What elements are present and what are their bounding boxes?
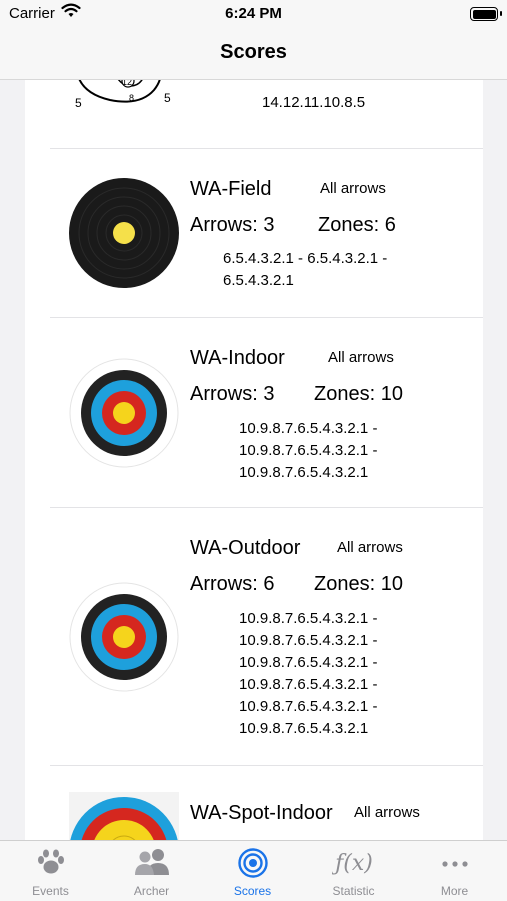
tab-bar: Events Archer Scores ƒ(x) Statistic More	[0, 840, 507, 901]
arrow-scope: All arrows	[354, 804, 420, 821]
arrow-scope: All arrows	[337, 539, 403, 556]
tab-label: More	[440, 884, 469, 898]
function-icon: ƒ(x)	[303, 848, 404, 876]
zone-label: 5	[75, 96, 82, 110]
zones-count: Zones: 6	[318, 214, 396, 236]
score-list[interactable]: 12 8 5 5 14.12.11.10.8.5 WA-Field All ar…	[25, 80, 483, 840]
score-row-wa-indoor[interactable]: WA-Indoor All arrows Arrows: 3 Zones: 10…	[25, 318, 483, 507]
tab-label: Statistic	[332, 884, 375, 898]
more-icon	[404, 848, 505, 876]
tab-scores[interactable]: Scores	[202, 841, 303, 901]
arrow-scope: All arrows	[320, 180, 386, 197]
svg-text:ƒ(x): ƒ(x)	[332, 851, 373, 876]
zones-list: 10.9.8.7.6.5.4.3.2.1 - 10.9.8.7.6.5.4.3.…	[239, 420, 378, 481]
zone-label: 12	[122, 80, 133, 87]
tab-label: Scores	[233, 884, 272, 898]
tab-label: Archer	[133, 884, 170, 898]
arrows-count: Arrows: 6	[190, 573, 275, 595]
zones-count: Zones: 10	[314, 383, 403, 405]
field-target-icon	[69, 178, 179, 288]
zones-count: Zones: 10	[314, 573, 403, 595]
score-name: WA-Outdoor	[190, 537, 301, 559]
zones-list: 6.5.4.3.2.1 - 6.5.4.3.2.1 - 6.5.4.3.2.1	[223, 250, 388, 289]
target-outline-icon	[78, 80, 161, 103]
score-name: WA-Indoor	[190, 347, 285, 369]
score-row-partial[interactable]: 12 8 5 5 14.12.11.10.8.5	[25, 80, 483, 148]
zones-list: 10.9.8.7.6.5.4.3.2.1 - 10.9.8.7.6.5.4.3.…	[239, 610, 378, 737]
clock: 6:24 PM	[225, 5, 282, 22]
navigation-bar: Scores	[0, 28, 507, 80]
status-bar: Carrier 6:24 PM	[0, 0, 507, 28]
outdoor-target-icon	[69, 582, 179, 692]
score-row-wa-field[interactable]: WA-Field All arrows Arrows: 3 Zones: 6 6…	[25, 149, 483, 318]
tab-statistic[interactable]: ƒ(x) Statistic	[303, 841, 404, 901]
score-row-wa-spot-indoor[interactable]: WA-Spot-Indoor All arrows	[25, 766, 483, 840]
arrows-count: Arrows: 3	[190, 214, 275, 236]
indoor-target-icon	[69, 358, 179, 468]
score-name: WA-Field	[190, 178, 272, 200]
zones-list: 14.12.11.10.8.5	[262, 94, 366, 111]
tab-archer[interactable]: Archer	[101, 841, 202, 901]
tab-label: Events	[32, 884, 69, 898]
tab-more[interactable]: More	[404, 841, 505, 901]
score-row-wa-outdoor[interactable]: WA-Outdoor All arrows Arrows: 6 Zones: 1…	[25, 508, 483, 765]
score-name: WA-Spot-Indoor	[190, 802, 333, 824]
arrow-scope: All arrows	[328, 349, 394, 366]
zone-label: 5	[164, 91, 171, 105]
spot-target-icon	[69, 792, 179, 840]
zone-label: 8	[129, 93, 135, 103]
tab-events[interactable]: Events	[0, 841, 101, 901]
target-icon	[202, 848, 303, 878]
paw-icon	[0, 848, 101, 876]
people-icon	[101, 848, 202, 876]
battery-icon	[470, 7, 502, 21]
page-title: Scores	[220, 41, 287, 63]
arrows-count: Arrows: 3	[190, 383, 275, 405]
